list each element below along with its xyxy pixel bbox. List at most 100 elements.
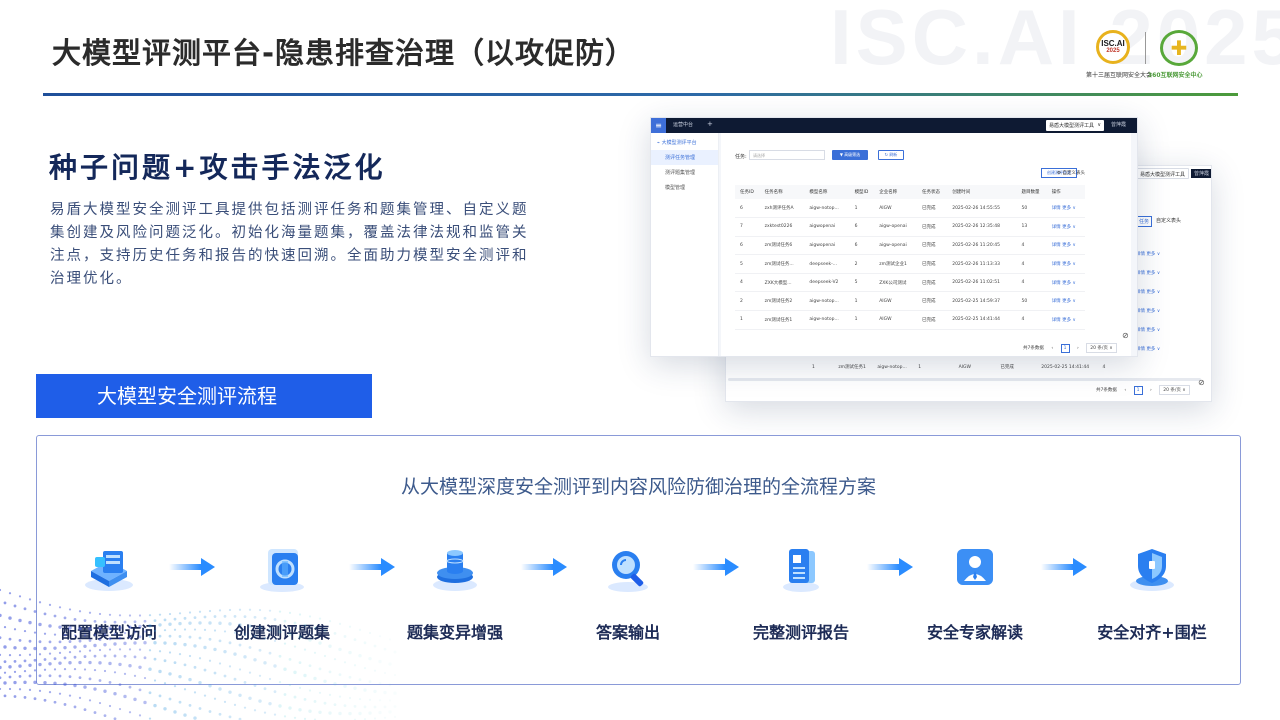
col-company[interactable]: 企业名称	[874, 185, 918, 199]
mock-back-row-actions-6[interactable]: 详情 更多 ∨	[1136, 346, 1160, 352]
cell: 2025-02-25 14:41:44	[947, 310, 1017, 330]
pager-prev-button[interactable]: ‹	[1051, 346, 1053, 351]
col-created[interactable]: 创建时间	[947, 185, 1017, 199]
col-count[interactable]: 题目数量	[1016, 185, 1047, 199]
row-actions[interactable]: 详情 更多 ∨	[1046, 236, 1085, 256]
table-row[interactable]: 2 zm测试任务2 aigw-notop... 1 AIGW 已完成 2025-02-25 …	[735, 291, 1085, 312]
ban-icon[interactable]: ⊘	[1122, 331, 1129, 340]
row-actions[interactable]: 详情 更多 ∨	[1046, 217, 1085, 237]
shield-guard-icon	[1124, 541, 1180, 597]
c360-logo-caption: 360互联网安全中心	[1148, 72, 1203, 79]
mock-tab-ops[interactable]: 运营中台	[673, 121, 693, 128]
col-model-id[interactable]: 模型ID	[849, 185, 875, 199]
cell: aigw-openai	[874, 236, 918, 256]
row-actions[interactable]: 详情 更多 ∨	[1046, 273, 1085, 293]
cell: 4	[1102, 365, 1106, 370]
cell: 2025-02-25 14:59:37	[947, 291, 1017, 312]
table-row[interactable]: 4 ZXK大模型... deepseek-V2 5 ZXK公司测试 已完成 2025-02-…	[735, 273, 1085, 293]
decorative-dot	[83, 708, 87, 712]
process-subtitle: 从大模型深度安全测评到内容风险防御治理的全流程方案	[400, 476, 876, 498]
cell: 4	[735, 273, 760, 293]
table-row[interactable]: 1 zm测试任务1 aigw-notop... 1 AIGW 已完成 2025-02-25 …	[735, 310, 1085, 330]
mock-user-name[interactable]: 曾萍霞	[1111, 121, 1126, 128]
decorative-dot	[18, 674, 22, 678]
step-mutate-questions: 题集变异增强	[380, 541, 530, 643]
sidebar-group-platform[interactable]: ⌁ 大模型测评平台	[651, 133, 718, 150]
menu-icon[interactable]: ≡	[651, 118, 666, 133]
cell: 6	[735, 199, 760, 219]
mock-main-area: 任务: 请选择 ▼ 高级筛选 ↻ 刷新 创建测评任务 ⚙ 自定义表头 任务ID …	[719, 133, 1137, 356]
decorative-dot	[53, 700, 57, 704]
decorative-dot	[243, 706, 247, 709]
decorative-dot	[183, 688, 187, 691]
col-task-id[interactable]: 任务ID	[735, 185, 760, 199]
row-actions[interactable]: 详情 更多 ∨	[1046, 199, 1085, 219]
pager-current-page[interactable]: 1	[1060, 344, 1070, 353]
sidebar-item-task-management[interactable]: 测评任务管理	[651, 150, 718, 165]
cell: 7	[735, 217, 760, 237]
mock-back-row-actions-1[interactable]: 详情 更多 ∨	[1136, 251, 1160, 257]
mock-back-row-actions-5[interactable]: 详情 更多 ∨	[1136, 327, 1160, 333]
row-actions[interactable]: 详情 更多 ∨	[1046, 310, 1085, 330]
step-label: 题集变异增强	[406, 623, 503, 642]
col-status[interactable]: 任务状态	[917, 185, 948, 199]
mock-back-columns-button[interactable]: 自定义表头	[1156, 217, 1181, 224]
isc-logo-text: ISC.AI	[1101, 39, 1125, 48]
pager-prev-button[interactable]: ‹	[1124, 388, 1126, 393]
mock-back-selector[interactable]: 易盾大模型测评工具	[1136, 168, 1190, 179]
decorative-dot	[318, 710, 322, 714]
pager-size-select[interactable]: 20 条/页 ∨	[1086, 343, 1117, 353]
cell: AIGW	[874, 291, 918, 312]
ban-icon[interactable]: ⊘	[1198, 378, 1205, 387]
decorative-dot	[388, 699, 392, 702]
decorative-dot	[288, 706, 292, 710]
decorative-dot	[373, 705, 377, 709]
decorative-dot	[3, 681, 7, 685]
table-row[interactable]: 6 zxh测评任务A aigw-notop... 1 AIGW 已完成 2025-02-26…	[735, 199, 1085, 219]
sidebar-item-model-management[interactable]: 模型管理	[651, 180, 718, 195]
col-model-name[interactable]: 模型名称	[804, 185, 850, 199]
table-row[interactable]: 5 zm测试任务... deepseek-... 2 zm测试企业1 已完成 2025-02…	[735, 254, 1085, 274]
pager-size-select[interactable]: 20 条/页 ∨	[1159, 385, 1190, 395]
mock-back-create-fragment[interactable]: 任务	[1136, 216, 1153, 227]
decorative-dot	[283, 693, 287, 696]
table-row[interactable]: 6 zm测试任务6 aigwopenai 6 aigw-openai 已完成 2025-02…	[735, 236, 1085, 256]
decorative-dot	[188, 703, 192, 707]
decorative-dot	[333, 703, 337, 706]
decorative-dot	[128, 711, 132, 714]
col-task-name[interactable]: 任务名称	[759, 185, 805, 199]
refresh-button[interactable]: ↻ 刷新	[878, 150, 904, 160]
decorative-dot	[273, 690, 277, 694]
mock-back-scrollbar[interactable]	[728, 378, 1201, 381]
sidebar-item-question-sets[interactable]: 测评题集管理	[651, 165, 718, 180]
mock-back-user[interactable]: 曾萍霞	[1191, 169, 1211, 178]
custom-columns-button[interactable]: ⚙ 自定义表头	[1057, 170, 1085, 176]
row-actions[interactable]: 详情 更多 ∨	[1046, 291, 1085, 312]
pager-next-button[interactable]: ›	[1150, 388, 1152, 393]
cross-icon: ✚	[1170, 36, 1188, 60]
cell: 4	[1016, 236, 1047, 256]
mock-back-row-actions-3[interactable]: 详情 更多 ∨	[1136, 289, 1160, 295]
decorative-dot	[43, 698, 47, 702]
decorative-dot	[263, 711, 267, 714]
decorative-dot	[348, 711, 352, 716]
row-actions[interactable]: 详情 更多 ∨	[1046, 254, 1085, 274]
advanced-filter-label: 高级筛选	[844, 152, 861, 157]
pager-current-page[interactable]: 1	[1133, 386, 1143, 395]
decorative-dot	[268, 701, 272, 706]
task-table: 任务ID 任务名称 模型名称 模型ID 企业名称 任务状态 创建时间 题目数量 …	[735, 185, 1085, 330]
server-config-icon	[81, 541, 137, 597]
decorative-dot	[138, 688, 142, 692]
mock-tool-selector[interactable]: 易盾大模型测评工具 ∨	[1046, 120, 1104, 131]
mock-window-front: ≡ 运营中台 + 易盾大模型测评工具 ∨ 曾萍霞 ⌁ 大模型测评平台 测评任务管…	[650, 117, 1138, 357]
pager-next-button[interactable]: ›	[1077, 346, 1079, 351]
plus-icon[interactable]: +	[707, 120, 713, 128]
mock-back-row-actions-4[interactable]: 详情 更多 ∨	[1136, 308, 1160, 314]
decorative-dot	[8, 665, 12, 669]
decorative-dot	[8, 675, 12, 679]
task-filter-input[interactable]: 请选择	[749, 150, 825, 160]
table-row[interactable]: 7 zxktest0226 aigwopenai 6 aigw-openai 已完成 202…	[735, 217, 1085, 237]
advanced-filter-button[interactable]: ▼ 高级筛选	[832, 150, 868, 160]
decorative-dot	[323, 701, 327, 705]
mock-back-row-actions-2[interactable]: 详情 更多 ∨	[1136, 270, 1160, 276]
